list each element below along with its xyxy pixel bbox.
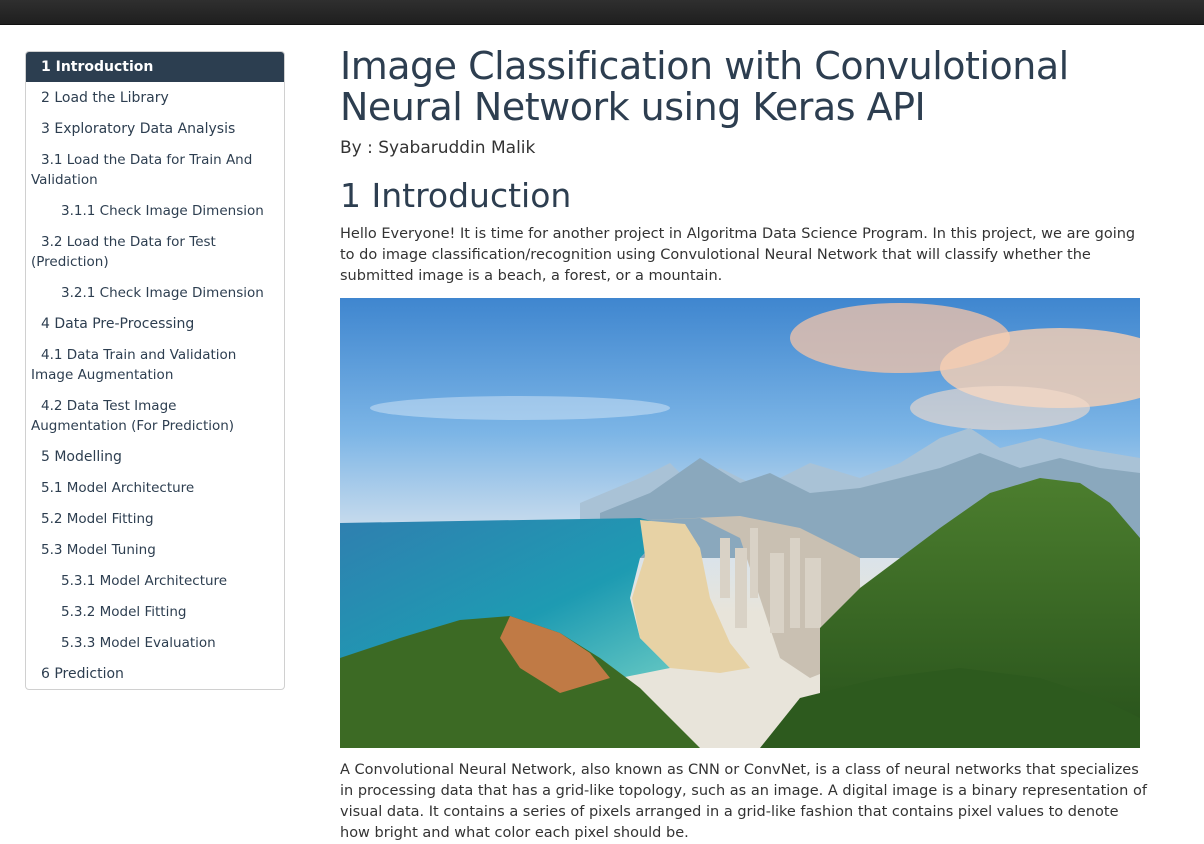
toc-item-load-library[interactable]: 2 Load the Library	[26, 82, 284, 113]
toc-item-tuning-fitting[interactable]: 5.3.2 Model Fitting	[26, 596, 284, 627]
toc-item-load-train-validation[interactable]: 3.1 Load the Data for Train And Validati…	[26, 144, 284, 195]
hero-landscape-image	[340, 298, 1140, 748]
toc-item-check-dimension-train[interactable]: 3.1.1 Check Image Dimension	[26, 195, 284, 226]
intro-paragraph: Hello Everyone! It is time for another p…	[340, 226, 1136, 284]
toc-item-eda[interactable]: 3 Exploratory Data Analysis	[26, 113, 284, 144]
toc-item-model-tuning[interactable]: 5.3 Model Tuning	[26, 534, 284, 565]
toc-item-tuning-evaluation[interactable]: 5.3.3 Model Evaluation	[26, 627, 284, 658]
browser-top-bar	[0, 0, 1204, 25]
author-line: By : Syabaruddin Malik	[340, 138, 536, 158]
toc-item-tuning-architecture[interactable]: 5.3.1 Model Architecture	[26, 565, 284, 596]
landscape-illustration	[340, 298, 1140, 748]
toc-item-load-test[interactable]: 3.2 Load the Data for Test (Prediction)	[26, 226, 284, 277]
toc-item-prediction[interactable]: 6 Prediction	[26, 658, 284, 689]
toc-item-test-augmentation[interactable]: 4.2 Data Test Image Augmentation (For Pr…	[26, 390, 284, 441]
toc-item-model-fitting[interactable]: 5.2 Model Fitting	[26, 503, 284, 534]
page-title: Image Classification with Convulotional …	[340, 44, 1069, 129]
toc-item-preprocessing[interactable]: 4 Data Pre-Processing	[26, 308, 284, 339]
toc-item-model-architecture[interactable]: 5.1 Model Architecture	[26, 472, 284, 503]
table-of-contents: 1 Introduction 2 Load the Library 3 Expl…	[25, 51, 285, 690]
toc-item-modelling[interactable]: 5 Modelling	[26, 441, 284, 472]
toc-item-check-dimension-test[interactable]: 3.2.1 Check Image Dimension	[26, 277, 284, 308]
cnn-paragraph: A Convolutional Neural Network, also kno…	[340, 762, 1147, 841]
toc-item-train-augmentation[interactable]: 4.1 Data Train and Validation Image Augm…	[26, 339, 284, 390]
toc-item-introduction[interactable]: 1 Introduction	[26, 52, 284, 82]
section-heading-introduction: 1 Introduction	[340, 176, 572, 215]
main-content: Image Classification with Convulotional …	[340, 44, 1170, 844]
